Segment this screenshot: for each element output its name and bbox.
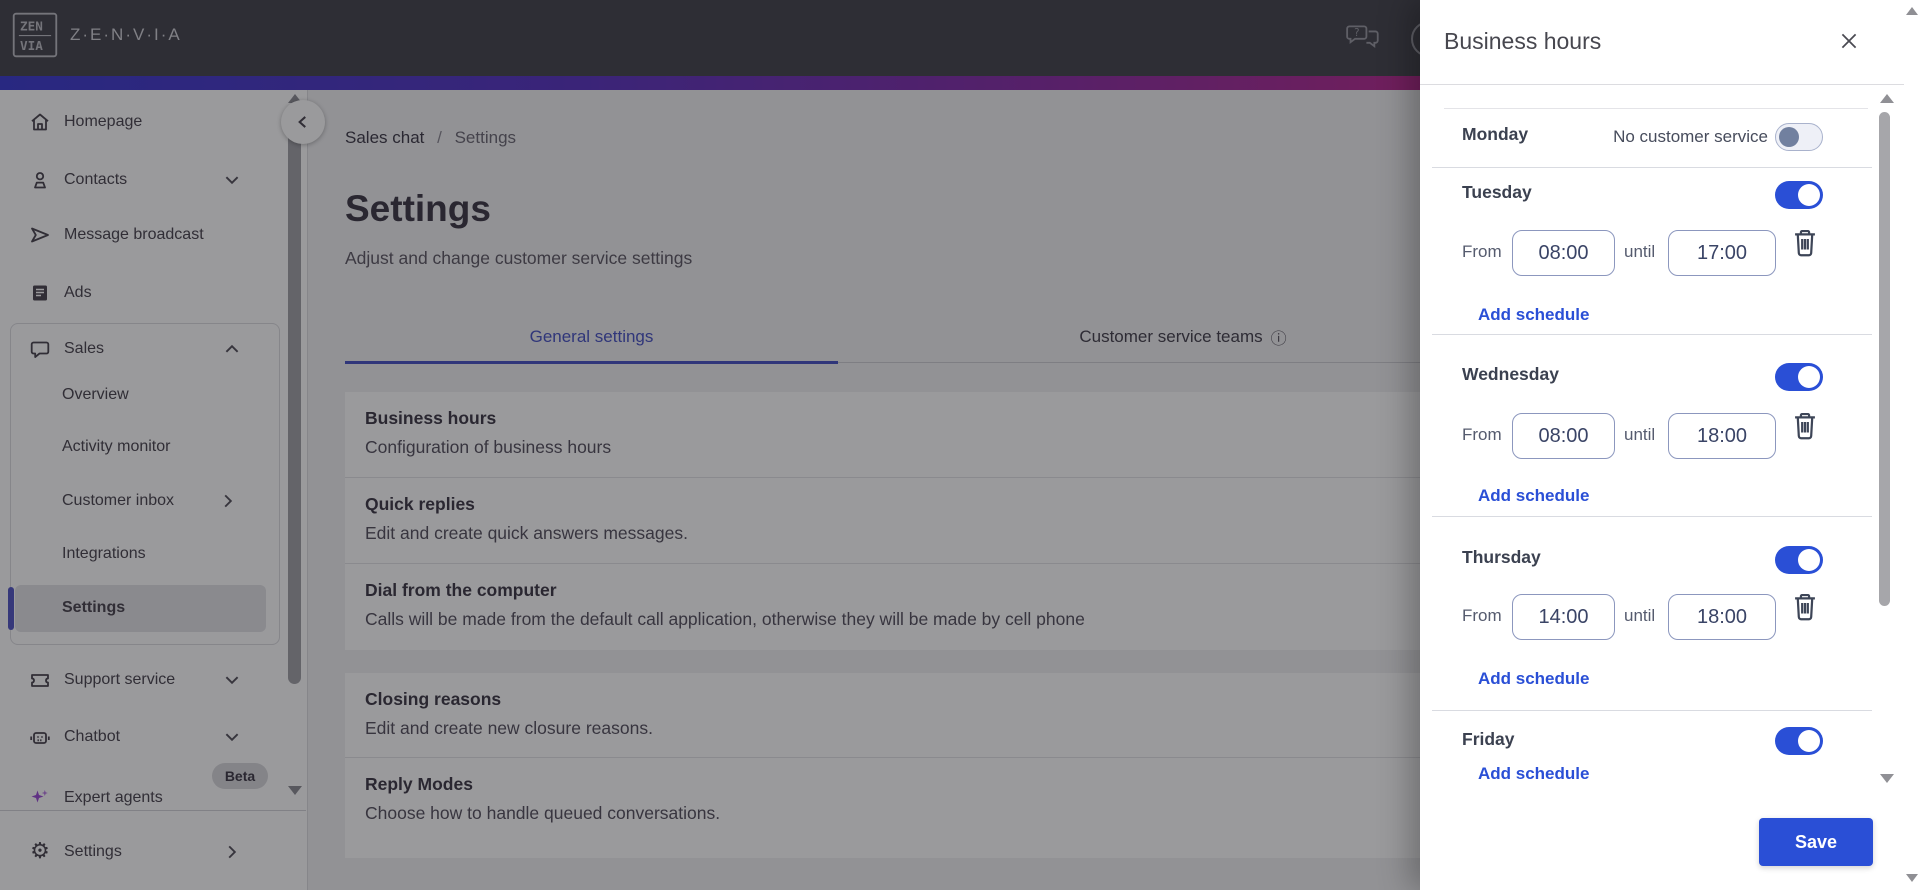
until-label: until [1624, 242, 1656, 261]
day-list-top-divider [1444, 108, 1868, 109]
day-label-tuesday: Tuesday [1462, 182, 1532, 202]
from-label: From [1462, 425, 1502, 444]
day-divider [1432, 710, 1872, 711]
toggle-knob [1798, 366, 1820, 388]
day-label-thursday: Thursday [1462, 547, 1541, 567]
from-time-input-wednesday[interactable] [1512, 413, 1615, 459]
from-label: From [1462, 606, 1502, 625]
window-scroll-down-arrow[interactable] [1906, 874, 1918, 882]
window-scroll-up-arrow[interactable] [1906, 7, 1918, 15]
panel-header-divider [1420, 84, 1920, 85]
day-divider [1432, 167, 1872, 168]
toggle-knob [1798, 549, 1820, 571]
toggle-knob [1779, 126, 1799, 147]
toggle-thursday[interactable] [1775, 546, 1823, 574]
delete-schedule-icon-thursday[interactable] [1791, 591, 1819, 622]
until-time-input-tuesday[interactable] [1668, 230, 1776, 276]
from-label: From [1462, 242, 1502, 261]
add-schedule-link-friday[interactable]: Add schedule [1478, 764, 1589, 784]
toggle-knob [1798, 184, 1820, 206]
from-time-input-thursday[interactable] [1512, 594, 1615, 640]
day-label-friday: Friday [1462, 729, 1515, 749]
app-window: ZEN VIA Z·E·N·V·I·A ? Homepage Contacts … [0, 0, 1920, 890]
until-label: until [1624, 425, 1656, 444]
until-time-input-wednesday[interactable] [1668, 413, 1776, 459]
toggle-monday[interactable] [1775, 123, 1823, 151]
from-time-input-tuesday[interactable] [1512, 230, 1615, 276]
day-label-wednesday: Wednesday [1462, 364, 1559, 384]
no-customer-service-label: No customer service [1613, 127, 1768, 146]
add-schedule-link-tuesday[interactable]: Add schedule [1478, 305, 1589, 325]
toggle-tuesday[interactable] [1775, 181, 1823, 209]
modal-backdrop [0, 0, 1420, 890]
panel-title: Business hours [1444, 28, 1602, 54]
toggle-friday[interactable] [1775, 727, 1823, 755]
window-scrollbar[interactable] [1904, 0, 1920, 890]
day-label-monday: Monday [1462, 124, 1529, 144]
add-schedule-link-wednesday[interactable]: Add schedule [1478, 486, 1589, 506]
panel-scroll-down-arrow[interactable] [1880, 774, 1894, 783]
delete-schedule-icon-tuesday[interactable] [1791, 227, 1819, 258]
save-button[interactable]: Save [1759, 818, 1873, 866]
delete-schedule-icon-wednesday[interactable] [1791, 410, 1819, 441]
panel-scrollbar-thumb[interactable] [1879, 112, 1890, 606]
day-divider [1432, 334, 1872, 335]
toggle-wednesday[interactable] [1775, 363, 1823, 391]
panel-scroll-up-arrow[interactable] [1880, 94, 1894, 103]
close-button[interactable] [1834, 26, 1864, 56]
until-time-input-thursday[interactable] [1668, 594, 1776, 640]
day-divider [1432, 516, 1872, 517]
add-schedule-link-thursday[interactable]: Add schedule [1478, 669, 1589, 689]
business-hours-panel: Business hours Monday No customer servic… [1420, 0, 1920, 890]
toggle-knob [1798, 730, 1820, 752]
until-label: until [1624, 606, 1656, 625]
